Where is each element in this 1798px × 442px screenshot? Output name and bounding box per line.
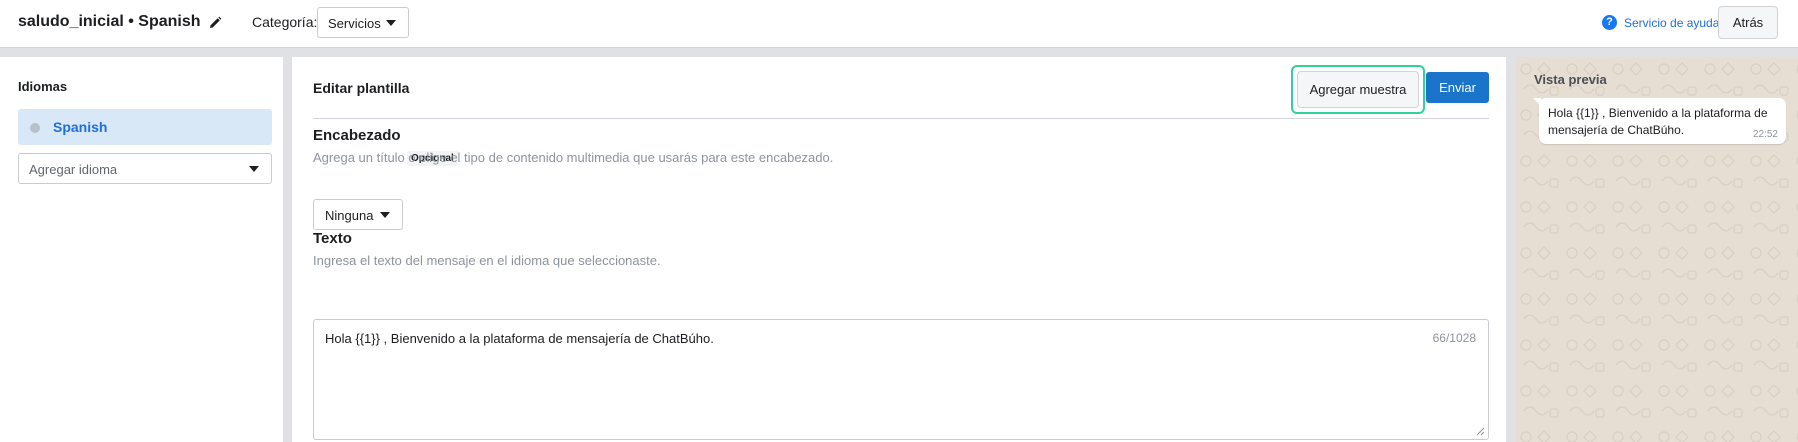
add-language-select[interactable]: Agregar idioma	[18, 153, 272, 184]
body-section-title: Texto	[313, 230, 352, 247]
add-sample-button[interactable]: Agregar muestra	[1297, 71, 1419, 108]
category-value: Servicios	[328, 16, 381, 31]
message-bubble: Hola {{1}} , Bienvenido a la plataforma …	[1533, 98, 1786, 144]
back-button[interactable]: Atrás	[1718, 6, 1778, 39]
chevron-down-icon	[386, 20, 396, 26]
header-section-title: Encabezado	[313, 127, 401, 144]
add-language-placeholder: Agregar idioma	[29, 162, 118, 177]
languages-panel: Idiomas Spanish Agregar idioma	[0, 57, 283, 442]
top-bar: saludo_inicial • Spanish Categoría: Serv…	[0, 0, 1798, 48]
preview-panel: Vista previa Hola {{1}} , Bienvenido a l…	[1516, 57, 1798, 442]
chevron-down-icon	[249, 166, 259, 172]
pencil-icon[interactable]	[208, 16, 222, 30]
bubble-tail	[1533, 98, 1541, 106]
language-item-label: Spanish	[53, 119, 108, 135]
help-icon[interactable]: ?	[1602, 15, 1617, 30]
template-title: saludo_inicial • Spanish	[18, 13, 201, 30]
languages-heading: Idiomas	[18, 79, 68, 94]
language-item-spanish[interactable]: Spanish	[18, 109, 272, 145]
body-text-value: Hola {{1}} , Bienvenido a la plataforma …	[325, 331, 714, 346]
message-time: 22:52	[1752, 129, 1778, 140]
preview-title: Vista previa	[1534, 72, 1607, 87]
category-label: Categoría:	[252, 14, 318, 30]
category-select[interactable]: Servicios	[317, 7, 409, 38]
message-text: Hola {{1}} , Bienvenido a la plataforma …	[1548, 106, 1768, 137]
header-section-description: Agrega un título o elige el tipo de cont…	[313, 150, 834, 165]
editor-title: Editar plantilla	[313, 80, 410, 96]
chevron-down-icon	[380, 212, 390, 218]
resize-grip-icon[interactable]	[1476, 427, 1485, 436]
header-media-value: Ninguna	[325, 208, 374, 223]
status-dot-icon	[30, 123, 40, 133]
header-media-select[interactable]: Ninguna	[313, 199, 403, 230]
char-counter: 66/1028	[1432, 331, 1476, 345]
body-text-input[interactable]: Hola {{1}} , Bienvenido a la plataforma …	[313, 319, 1489, 440]
send-button[interactable]: Enviar	[1426, 72, 1489, 103]
template-editor: Editar plantilla Agregar muestra Enviar …	[292, 57, 1506, 442]
body-section-description: Ingresa el texto del mensaje en el idiom…	[313, 253, 661, 268]
help-link[interactable]: Servicio de ayuda	[1624, 16, 1719, 30]
divider	[313, 118, 1489, 119]
